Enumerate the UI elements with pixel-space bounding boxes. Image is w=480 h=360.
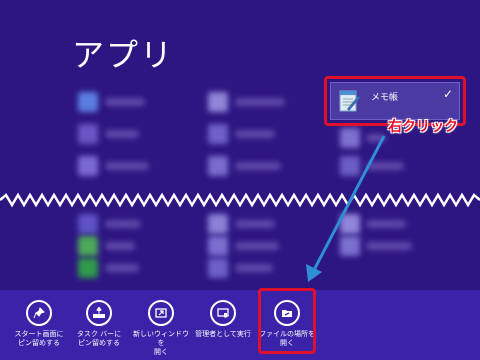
open-new-window-button[interactable]: 新しいウィンドウを 開く [130,300,192,357]
app-tile-icon [78,156,98,176]
app-tile-label [105,264,139,272]
app-tile-label [235,162,281,170]
app-bar: スタート画面に ピン留めする タスク バーに ピン留めする 新しいウィンドウを … [0,290,480,360]
app-tile-label [235,264,273,272]
right-click-callout: 右クリック [388,119,458,135]
app-tile-label [366,220,406,228]
app-tile-label [235,242,279,250]
app-tile-icon [340,214,360,234]
app-tile-icon [340,236,360,256]
app-tile-icon [78,92,98,112]
app-tile-label [235,130,275,138]
run-as-admin-icon [210,300,236,326]
pin-to-taskbar-label: タスク バーに ピン留めする [76,330,122,347]
app-tile-label [366,134,386,142]
app-tile-label [105,130,139,138]
app-tile-icon [78,214,98,234]
app-tile-label [366,162,404,170]
open-new-window-label: 新しいウィンドウを 開く [133,330,189,356]
app-tile-label [105,98,145,106]
taskbar-pin-icon [86,300,112,326]
app-tile-icon [340,156,360,176]
run-as-admin-label: 管理者として実行 [195,330,251,338]
app-tile-icon [208,156,228,176]
app-tile-label [105,242,135,250]
app-tile-icon [208,236,228,256]
app-tile-icon [208,92,228,112]
app-tile-icon [208,214,228,234]
pin-to-start-label: スタート画面に ピン留めする [14,330,64,347]
pin-icon [26,300,52,326]
new-window-icon [148,300,174,326]
run-as-admin-button[interactable]: 管理者として実行 [192,300,254,339]
app-tile-icon [78,124,98,144]
app-tile-label [235,220,275,228]
apps-title: アプリ [72,36,175,74]
highlight-box-file-location [258,288,316,354]
app-tile-label [105,162,149,170]
app-tile-label [105,220,141,228]
app-tile-icon [340,128,360,148]
app-tile-icon [78,236,98,256]
app-tile-label [235,98,285,106]
app-tile-icon [208,124,228,144]
app-tile-icon [208,258,228,278]
zigzag-divider [0,192,480,208]
pin-to-start-button[interactable]: スタート画面に ピン留めする [8,300,70,348]
app-tile-icon [78,258,98,278]
pin-to-taskbar-button[interactable]: タスク バーに ピン留めする [68,300,130,348]
app-tile-label [366,242,412,250]
